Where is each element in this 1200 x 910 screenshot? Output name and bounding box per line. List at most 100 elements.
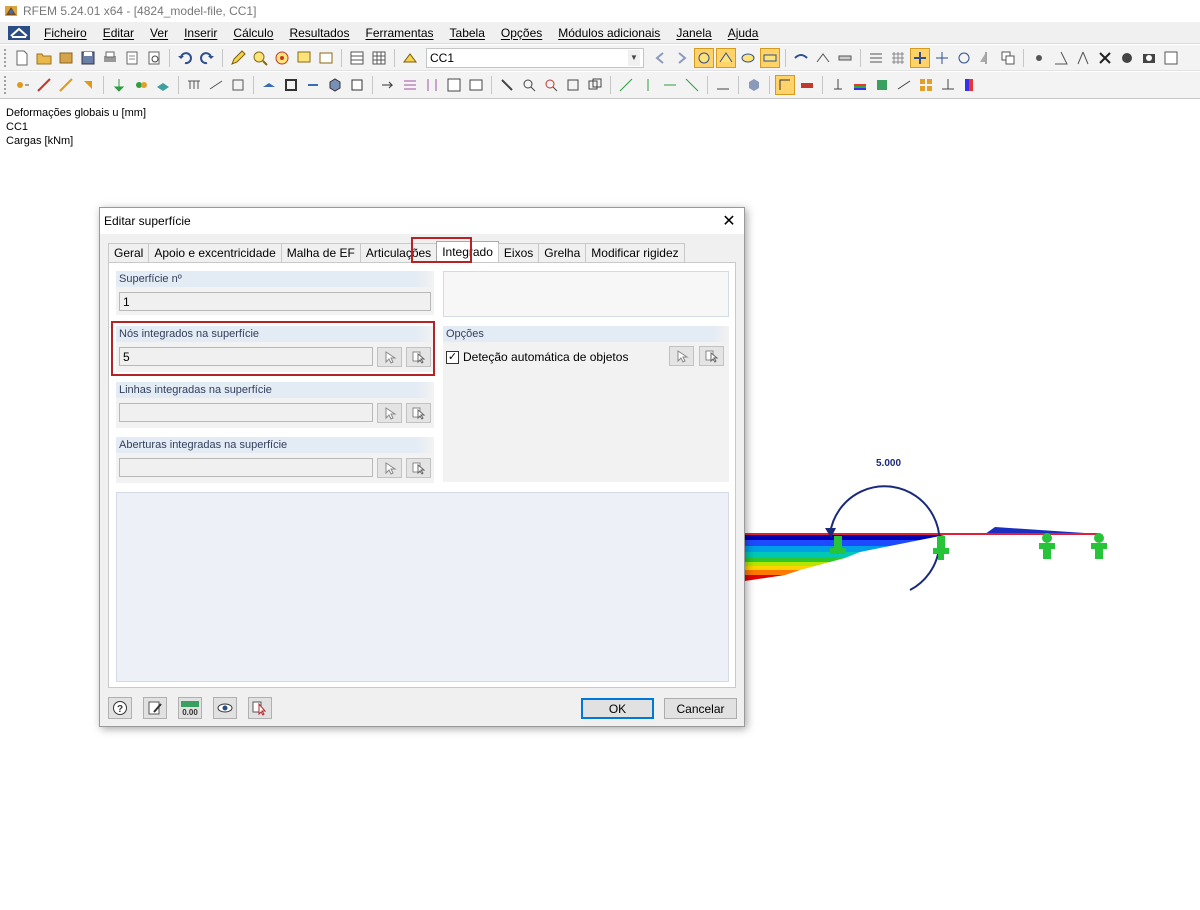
nodal-support[interactable] — [1039, 533, 1055, 559]
arrow-right-icon[interactable] — [378, 75, 398, 95]
view-button[interactable] — [213, 697, 237, 719]
zoom-icon[interactable] — [250, 48, 270, 68]
tab-eixos[interactable]: Eixos — [497, 243, 540, 262]
save-icon[interactable] — [78, 48, 98, 68]
support-icon[interactable] — [109, 75, 129, 95]
undo-icon[interactable] — [175, 48, 195, 68]
copy-icon[interactable] — [998, 48, 1018, 68]
tab-apoio-excentricidade[interactable]: Apoio e excentricidade — [148, 243, 282, 262]
menu-calculo[interactable]: Cálculo — [225, 26, 281, 40]
edit-icon[interactable] — [228, 48, 248, 68]
integrated-lines-field[interactable] — [119, 403, 373, 422]
pick-openings-multi-button[interactable] — [406, 458, 431, 478]
pick-objects-multi-button[interactable] — [699, 346, 724, 366]
pick-openings-button[interactable] — [377, 458, 402, 478]
multi-view-icon[interactable] — [585, 75, 605, 95]
tab-articulacoes[interactable]: Articulações — [359, 243, 438, 262]
menu-ferramentas[interactable]: Ferramentas — [357, 26, 441, 40]
diagram-icon[interactable] — [813, 48, 833, 68]
grid-icon[interactable] — [888, 48, 908, 68]
generate-loads-icon[interactable] — [228, 75, 248, 95]
camera-icon[interactable] — [1139, 48, 1159, 68]
ok-button[interactable]: OK — [581, 698, 654, 719]
nodal-support[interactable] — [1091, 533, 1107, 559]
nodal-support[interactable] — [933, 536, 949, 560]
insert-surface-icon[interactable] — [78, 75, 98, 95]
frame-icon[interactable] — [281, 75, 301, 95]
print-icon[interactable] — [100, 48, 120, 68]
hinge-icon[interactable] — [131, 75, 151, 95]
mirror-icon[interactable] — [976, 48, 996, 68]
load-wizard-icon[interactable] — [206, 75, 226, 95]
select-in-model-button[interactable] — [248, 697, 272, 719]
edit-button[interactable] — [143, 697, 167, 719]
member-grid-icon[interactable] — [866, 48, 886, 68]
move-icon[interactable] — [932, 48, 952, 68]
next-icon[interactable] — [672, 48, 692, 68]
cancel-button[interactable]: Cancelar — [664, 698, 737, 719]
open-model-icon[interactable] — [56, 48, 76, 68]
delete-icon[interactable] — [1095, 48, 1115, 68]
menu-editar[interactable]: Editar — [95, 26, 142, 40]
load-case-select[interactable]: CC1 ▼ — [426, 47, 644, 68]
render-icon[interactable] — [744, 75, 764, 95]
axis-x-icon[interactable] — [616, 75, 636, 95]
window-icon[interactable] — [316, 48, 336, 68]
pick-lines-multi-button[interactable] — [406, 403, 431, 423]
surface-number-field[interactable]: 1 — [119, 292, 431, 311]
auto-detect-row[interactable]: ✓ Deteção automática de objetos — [446, 350, 628, 364]
document-menu-icon[interactable] — [8, 25, 30, 40]
dialog-icon[interactable] — [466, 75, 486, 95]
auto-detect-checkbox[interactable]: ✓ — [446, 350, 459, 364]
numbers-icon[interactable] — [760, 47, 780, 68]
tab-geral[interactable]: Geral — [108, 243, 150, 262]
units-button[interactable]: 0.00 — [178, 697, 202, 719]
solid-icon[interactable] — [153, 75, 173, 95]
pick-nodes-button[interactable] — [377, 347, 402, 367]
result-table-icon[interactable] — [444, 75, 464, 95]
menu-janela[interactable]: Janela — [668, 26, 719, 40]
tab-integrado[interactable]: Integrado — [436, 241, 499, 262]
load-case-icon[interactable] — [400, 48, 420, 68]
dialog-titlebar[interactable]: Editar superfície ✕ — [100, 208, 744, 234]
section-icon[interactable] — [835, 48, 855, 68]
insert-node-icon[interactable] — [12, 75, 32, 95]
node-icon[interactable] — [1029, 48, 1049, 68]
zoom-window-icon[interactable] — [541, 75, 561, 95]
print-report-icon[interactable] — [122, 48, 142, 68]
insert-line-icon[interactable] — [34, 75, 54, 95]
grid-table-icon[interactable] — [369, 48, 389, 68]
menu-ficheiro[interactable]: Ficheiro — [36, 26, 95, 40]
pick-objects-button[interactable] — [669, 346, 694, 366]
axis-y-icon[interactable] — [638, 75, 658, 95]
view-icon[interactable] — [259, 75, 279, 95]
integrated-nodes-field[interactable]: 5 — [119, 347, 373, 366]
load-icon[interactable] — [184, 75, 204, 95]
chevron-down-icon[interactable]: ▼ — [628, 49, 640, 66]
dimension-icon[interactable] — [1073, 48, 1093, 68]
results-on-icon[interactable] — [694, 47, 714, 68]
measure-icon[interactable] — [713, 75, 733, 95]
colored-box-icon[interactable] — [872, 75, 892, 95]
new-file-icon[interactable] — [12, 48, 32, 68]
tools-icon[interactable] — [497, 75, 517, 95]
close-icon[interactable]: ✕ — [718, 210, 740, 232]
menu-ver[interactable]: Ver — [142, 26, 176, 40]
axis-z-icon[interactable] — [660, 75, 680, 95]
pick-nodes-multi-button[interactable] — [406, 347, 431, 367]
select-icon[interactable] — [294, 48, 314, 68]
box-icon[interactable] — [325, 75, 345, 95]
rotate-icon[interactable] — [954, 48, 974, 68]
redo-icon[interactable] — [197, 48, 217, 68]
open-folder-icon[interactable] — [34, 48, 54, 68]
insert-member-icon[interactable] — [56, 75, 76, 95]
member-list-icon[interactable] — [400, 75, 420, 95]
tab-modificar-rigidez[interactable]: Modificar rigidez — [585, 243, 685, 262]
display-icon[interactable] — [738, 48, 758, 68]
properties-icon[interactable] — [1117, 48, 1137, 68]
info-icon[interactable] — [1161, 48, 1181, 68]
tab-malha-ef[interactable]: Malha de EF — [280, 243, 361, 262]
deformation-icon[interactable] — [791, 48, 811, 68]
menu-inserir[interactable]: Inserir — [176, 26, 225, 40]
integrated-openings-field[interactable] — [119, 458, 373, 477]
